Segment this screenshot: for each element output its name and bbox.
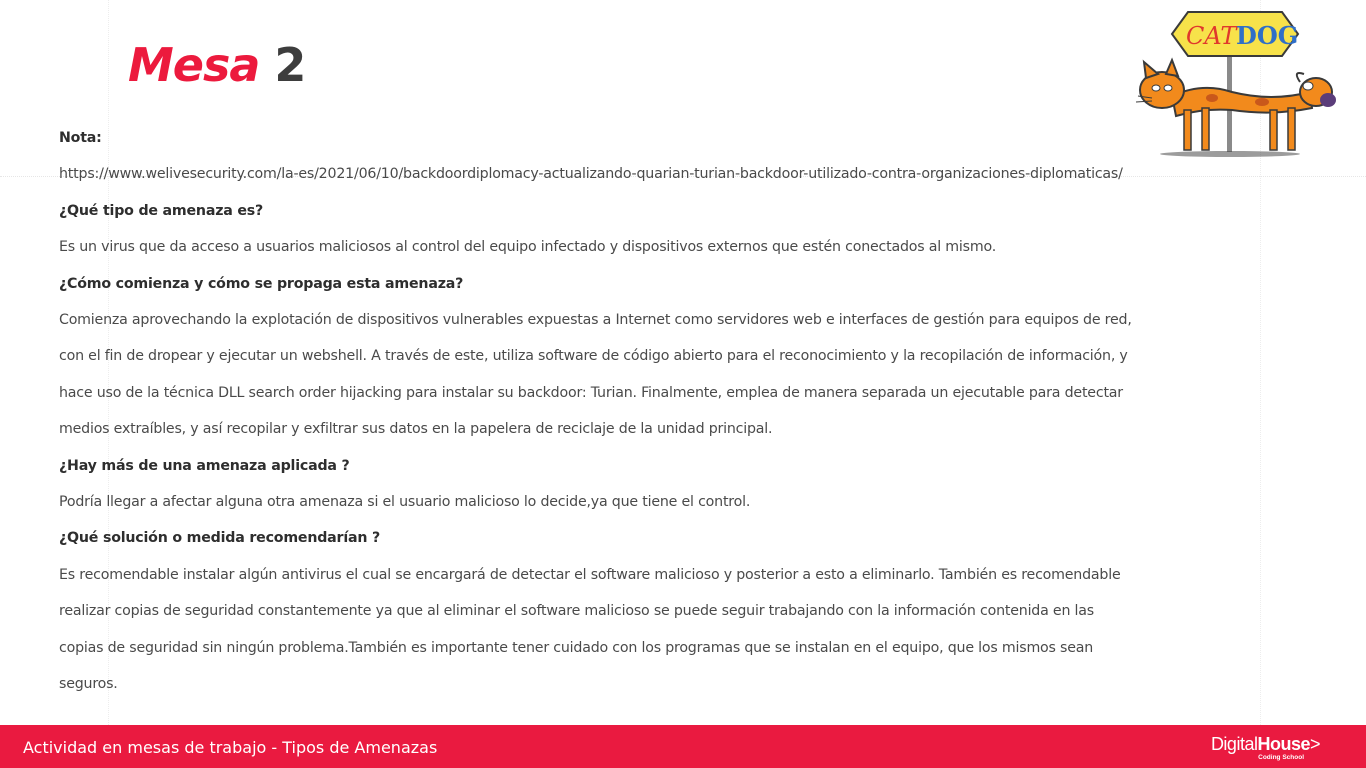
answer-line: Es un virus que da acceso a usuarios mal… <box>59 239 997 256</box>
logo-text-dog: DOG <box>1236 21 1298 50</box>
question-how-it-spreads: ¿Cómo comienza y cómo se propaga esta am… <box>59 275 464 292</box>
answer-line: con el fin de dropear y ejecutar un webs… <box>59 348 1128 365</box>
logo-text-cat: CAT <box>1186 22 1238 50</box>
answer-line: medios extraíbles, y así recopilar y exf… <box>59 421 773 438</box>
note-url: https://www.welivesecurity.com/la-es/202… <box>59 166 1123 183</box>
answer-line: Podría llegar a afectar alguna otra amen… <box>59 494 751 511</box>
answer-line: seguros. <box>59 676 118 693</box>
slide-title-number: 2 <box>274 38 306 92</box>
slide-title: Mesa 2 <box>128 38 306 93</box>
answer-line: hace uso de la técnica DLL search order … <box>59 384 1123 401</box>
brand-light: Digital <box>1210 734 1258 754</box>
footer-title: Actividad en mesas de trabajo - Tipos de… <box>23 738 438 757</box>
brand-subtitle: Coding School <box>1258 754 1304 761</box>
answer-line: Comienza aprovechando la explotación de … <box>59 312 1132 329</box>
question-solution: ¿Qué solución o medida recomendarían ? <box>59 530 381 547</box>
footer-bar: Actividad en mesas de trabajo - Tipos de… <box>0 725 1366 768</box>
note-label: Nota: <box>59 130 102 146</box>
slide-title-word: Mesa <box>128 38 260 92</box>
brand-arrow-icon: > <box>1309 734 1321 754</box>
brand-bold: House <box>1257 734 1310 754</box>
question-more-threats: ¿Hay más de una amenaza aplicada ? <box>59 457 350 474</box>
digitalhouse-logo: DigitalHouse> Coding School <box>1210 734 1321 762</box>
answer-line: copias de seguridad sin ningún problema.… <box>59 639 1094 656</box>
slide-content: Nota: https://www.welivesecurity.com/la-… <box>59 120 1179 703</box>
answer-line: Es recomendable instalar algún antivirus… <box>59 566 1121 583</box>
question-threat-type: ¿Qué tipo de amenaza es? <box>59 202 264 219</box>
answer-line: realizar copias de seguridad constanteme… <box>59 603 1094 620</box>
